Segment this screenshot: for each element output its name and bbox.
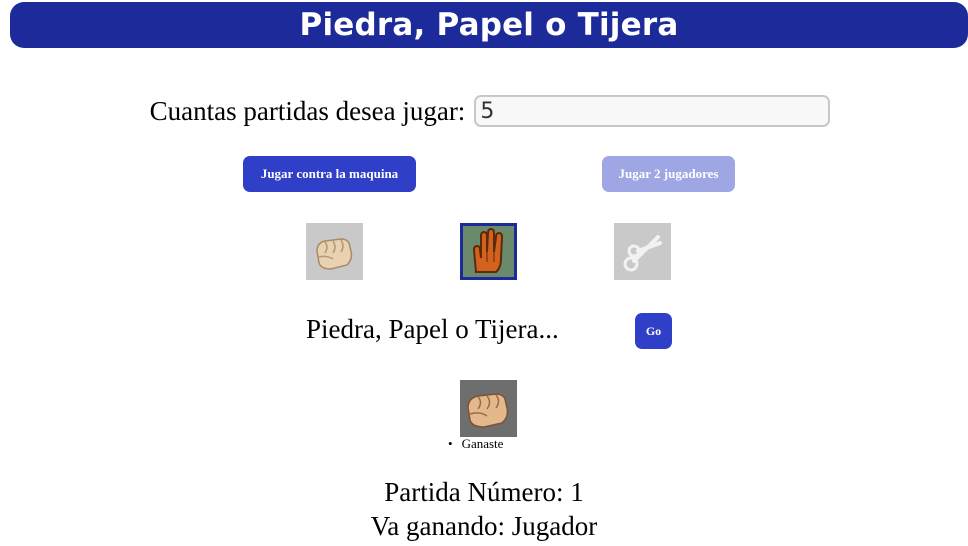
games-count-input[interactable] xyxy=(474,95,831,127)
game-number-text: Partida Número: 1 xyxy=(384,477,584,507)
play-vs-machine-button[interactable]: Jugar contra la maquina xyxy=(243,156,416,192)
rock-fist-icon xyxy=(315,237,352,270)
result-text: Ganaste xyxy=(448,436,504,452)
choice-rock[interactable] xyxy=(306,223,363,280)
choice-scissors[interactable] xyxy=(614,223,671,280)
game-prompt: Piedra, Papel o Tijera... xyxy=(306,314,559,344)
paper-hand-icon xyxy=(472,227,503,273)
result-list: Ganaste xyxy=(448,436,504,452)
rock-fist-icon xyxy=(467,393,509,428)
game-stats: Partida Número: 1 Va ganando: Jugador xyxy=(0,475,968,543)
leader-text: Va ganando: Jugador xyxy=(370,511,598,541)
page-title: Piedra, Papel o Tijera xyxy=(299,7,679,43)
games-count-label: Cuantas partidas desea jugar: xyxy=(149,95,466,126)
go-button[interactable]: Go xyxy=(635,313,672,349)
games-count-row: Cuantas partidas desea jugar: xyxy=(0,95,968,127)
choice-paper[interactable] xyxy=(460,223,517,280)
header-bar: Piedra, Papel o Tijera xyxy=(10,2,968,48)
scissors-icon xyxy=(623,234,662,271)
game-page: Piedra, Papel o Tijera Cuantas partidas … xyxy=(0,0,968,546)
play-two-players-button[interactable]: Jugar 2 jugadores xyxy=(602,156,735,192)
result-image xyxy=(460,380,517,437)
